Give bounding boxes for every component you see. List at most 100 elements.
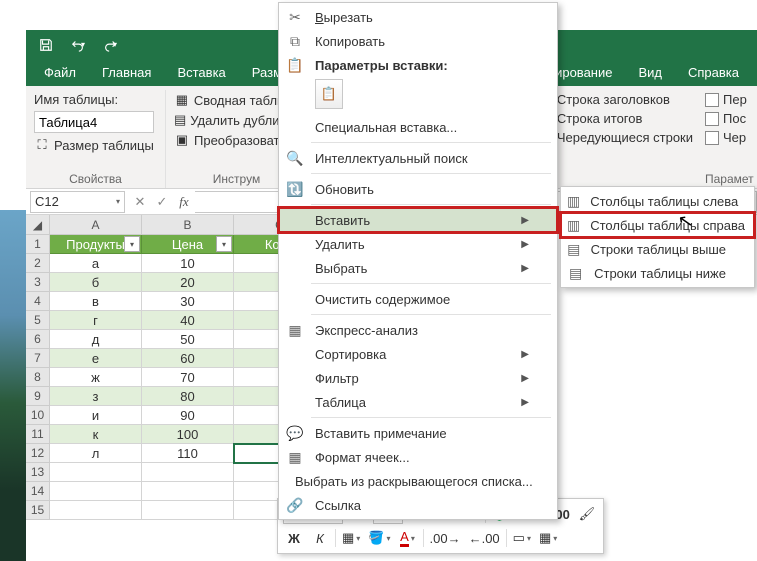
row-header-5[interactable]: 5 bbox=[26, 311, 50, 330]
row-header-11[interactable]: 11 bbox=[26, 425, 50, 444]
name-box[interactable]: C12▾ bbox=[30, 191, 125, 213]
cell-B10[interactable]: 90 bbox=[142, 406, 234, 425]
first-col-checkbox[interactable] bbox=[705, 93, 719, 107]
format-painter-button[interactable]: 🖌 bbox=[576, 503, 598, 525]
italic-button[interactable]: К bbox=[309, 527, 331, 549]
menu-pick-from-list[interactable]: Выбрать из раскрывающегося списка... bbox=[279, 469, 557, 493]
col-header-B[interactable]: B bbox=[142, 215, 234, 235]
save-button[interactable] bbox=[34, 33, 58, 57]
last-col-checkbox[interactable] bbox=[705, 112, 719, 126]
row-header-2[interactable]: 2 bbox=[26, 254, 50, 273]
cell-B12[interactable]: 110 bbox=[142, 444, 234, 463]
conditional-format-button[interactable]: ▦ bbox=[537, 527, 559, 549]
select-all-corner[interactable]: ◢ bbox=[26, 215, 50, 235]
menu-cut[interactable]: ✂ВВырезатьырезать bbox=[279, 5, 557, 29]
row-header-7[interactable]: 7 bbox=[26, 349, 50, 368]
menu-filter[interactable]: Фильтр▶ bbox=[279, 366, 557, 390]
tab-insert[interactable]: Вставка bbox=[165, 59, 237, 86]
menu-sort[interactable]: Сортировка▶ bbox=[279, 342, 557, 366]
menu-table[interactable]: Таблица▶ bbox=[279, 390, 557, 414]
cell-B1[interactable]: Цена▾ bbox=[142, 235, 234, 254]
menu-insert[interactable]: Вставить▶ bbox=[279, 208, 557, 232]
undo-button[interactable]: ▾ bbox=[66, 33, 90, 57]
border-button[interactable]: ▦ bbox=[340, 527, 362, 549]
submenu-cols-left[interactable]: ▥Столбцы таблицы слева bbox=[561, 189, 754, 213]
cancel-formula-button[interactable]: ✕ bbox=[129, 194, 151, 210]
row-header-13[interactable]: 13 bbox=[26, 463, 50, 482]
cell-A7[interactable]: е bbox=[50, 349, 142, 368]
row-header-4[interactable]: 4 bbox=[26, 292, 50, 311]
cell-B15[interactable] bbox=[142, 501, 234, 520]
cell-B7[interactable]: 60 bbox=[142, 349, 234, 368]
cell-A4[interactable]: в bbox=[50, 292, 142, 311]
font-color-button[interactable]: A bbox=[397, 527, 419, 549]
cell-A3[interactable]: б bbox=[50, 273, 142, 292]
row-header-1[interactable]: 1 bbox=[26, 235, 50, 254]
cell-A8[interactable]: ж bbox=[50, 368, 142, 387]
tab-help[interactable]: Справка bbox=[676, 59, 751, 86]
cell-B14[interactable] bbox=[142, 482, 234, 501]
cell-B4[interactable]: 30 bbox=[142, 292, 234, 311]
cell-B9[interactable]: 80 bbox=[142, 387, 234, 406]
menu-copy[interactable]: ⧉Копировать bbox=[279, 29, 557, 53]
tab-view[interactable]: Вид bbox=[626, 59, 674, 86]
cell-B13[interactable] bbox=[142, 463, 234, 482]
menu-insert-comment[interactable]: 💬Вставить примечание bbox=[279, 421, 557, 445]
col-header-A[interactable]: A bbox=[50, 215, 142, 235]
filter-dropdown-icon[interactable]: ▾ bbox=[124, 236, 140, 252]
row-header-3[interactable]: 3 bbox=[26, 273, 50, 292]
menu-quick-analysis[interactable]: ▦Экспресс-анализ bbox=[279, 318, 557, 342]
cell-A12[interactable]: л bbox=[50, 444, 142, 463]
cell-B3[interactable]: 20 bbox=[142, 273, 234, 292]
menu-format-cells[interactable]: ▦Формат ячеек... bbox=[279, 445, 557, 469]
resize-table-button[interactable]: ⛶ Размер таблицы bbox=[34, 135, 157, 155]
cell-B11[interactable]: 100 bbox=[142, 425, 234, 444]
row-header-9[interactable]: 9 bbox=[26, 387, 50, 406]
cell-A1[interactable]: Продукты▾ bbox=[50, 235, 142, 254]
menu-link[interactable]: 🔗Ссылка bbox=[279, 493, 557, 517]
cell-A9[interactable]: з bbox=[50, 387, 142, 406]
row-header-6[interactable]: 6 bbox=[26, 330, 50, 349]
increase-decimal-button[interactable]: .00→ bbox=[428, 527, 463, 549]
confirm-formula-button[interactable]: ✓ bbox=[151, 194, 173, 210]
submenu-rows-above[interactable]: ▤Строки таблицы выше bbox=[561, 237, 754, 261]
cell-B8[interactable]: 70 bbox=[142, 368, 234, 387]
menu-paste-special[interactable]: Специальная вставка... bbox=[279, 115, 557, 139]
cell-A14[interactable] bbox=[50, 482, 142, 501]
row-header-15[interactable]: 15 bbox=[26, 501, 50, 520]
paste-default-button[interactable]: 📋 bbox=[315, 79, 343, 109]
merge-button[interactable]: ▭ bbox=[511, 527, 533, 549]
table-name-input[interactable] bbox=[34, 111, 154, 133]
cell-B2[interactable]: 10 bbox=[142, 254, 234, 273]
cell-B6[interactable]: 50 bbox=[142, 330, 234, 349]
menu-clear[interactable]: Очистить содержимое bbox=[279, 287, 557, 311]
bold-button[interactable]: Ж bbox=[283, 527, 305, 549]
cell-B5[interactable]: 40 bbox=[142, 311, 234, 330]
fx-button[interactable]: fx bbox=[173, 194, 195, 210]
cell-A13[interactable] bbox=[50, 463, 142, 482]
row-header-12[interactable]: 12 bbox=[26, 444, 50, 463]
redo-button[interactable]: ▾ bbox=[98, 33, 122, 57]
decrease-decimal-button[interactable]: ←.00 bbox=[467, 527, 502, 549]
tab-home[interactable]: Главная bbox=[90, 59, 163, 86]
submenu-rows-below[interactable]: ▤Строки таблицы ниже bbox=[561, 261, 754, 285]
fill-color-button[interactable]: 🪣 bbox=[366, 527, 392, 549]
cell-A11[interactable]: к bbox=[50, 425, 142, 444]
cell-A5[interactable]: г bbox=[50, 311, 142, 330]
chevron-right-icon: ▶ bbox=[521, 397, 529, 408]
cell-A2[interactable]: а bbox=[50, 254, 142, 273]
filter-dropdown-icon[interactable]: ▾ bbox=[216, 236, 232, 252]
row-header-14[interactable]: 14 bbox=[26, 482, 50, 501]
tab-file[interactable]: Файл bbox=[32, 59, 88, 86]
row-header-8[interactable]: 8 bbox=[26, 368, 50, 387]
cell-A6[interactable]: д bbox=[50, 330, 142, 349]
cell-A15[interactable] bbox=[50, 501, 142, 520]
menu-delete[interactable]: Удалить▶ bbox=[279, 232, 557, 256]
menu-select[interactable]: Выбрать▶ bbox=[279, 256, 557, 280]
menu-refresh[interactable]: 🔃Обновить bbox=[279, 177, 557, 201]
cell-A10[interactable]: и bbox=[50, 406, 142, 425]
menu-smart-lookup[interactable]: 🔍Интеллектуальный поиск bbox=[279, 146, 557, 170]
banded-cols-checkbox[interactable] bbox=[705, 131, 719, 145]
submenu-cols-right[interactable]: ▥Столбцы таблицы справа bbox=[561, 213, 754, 237]
row-header-10[interactable]: 10 bbox=[26, 406, 50, 425]
